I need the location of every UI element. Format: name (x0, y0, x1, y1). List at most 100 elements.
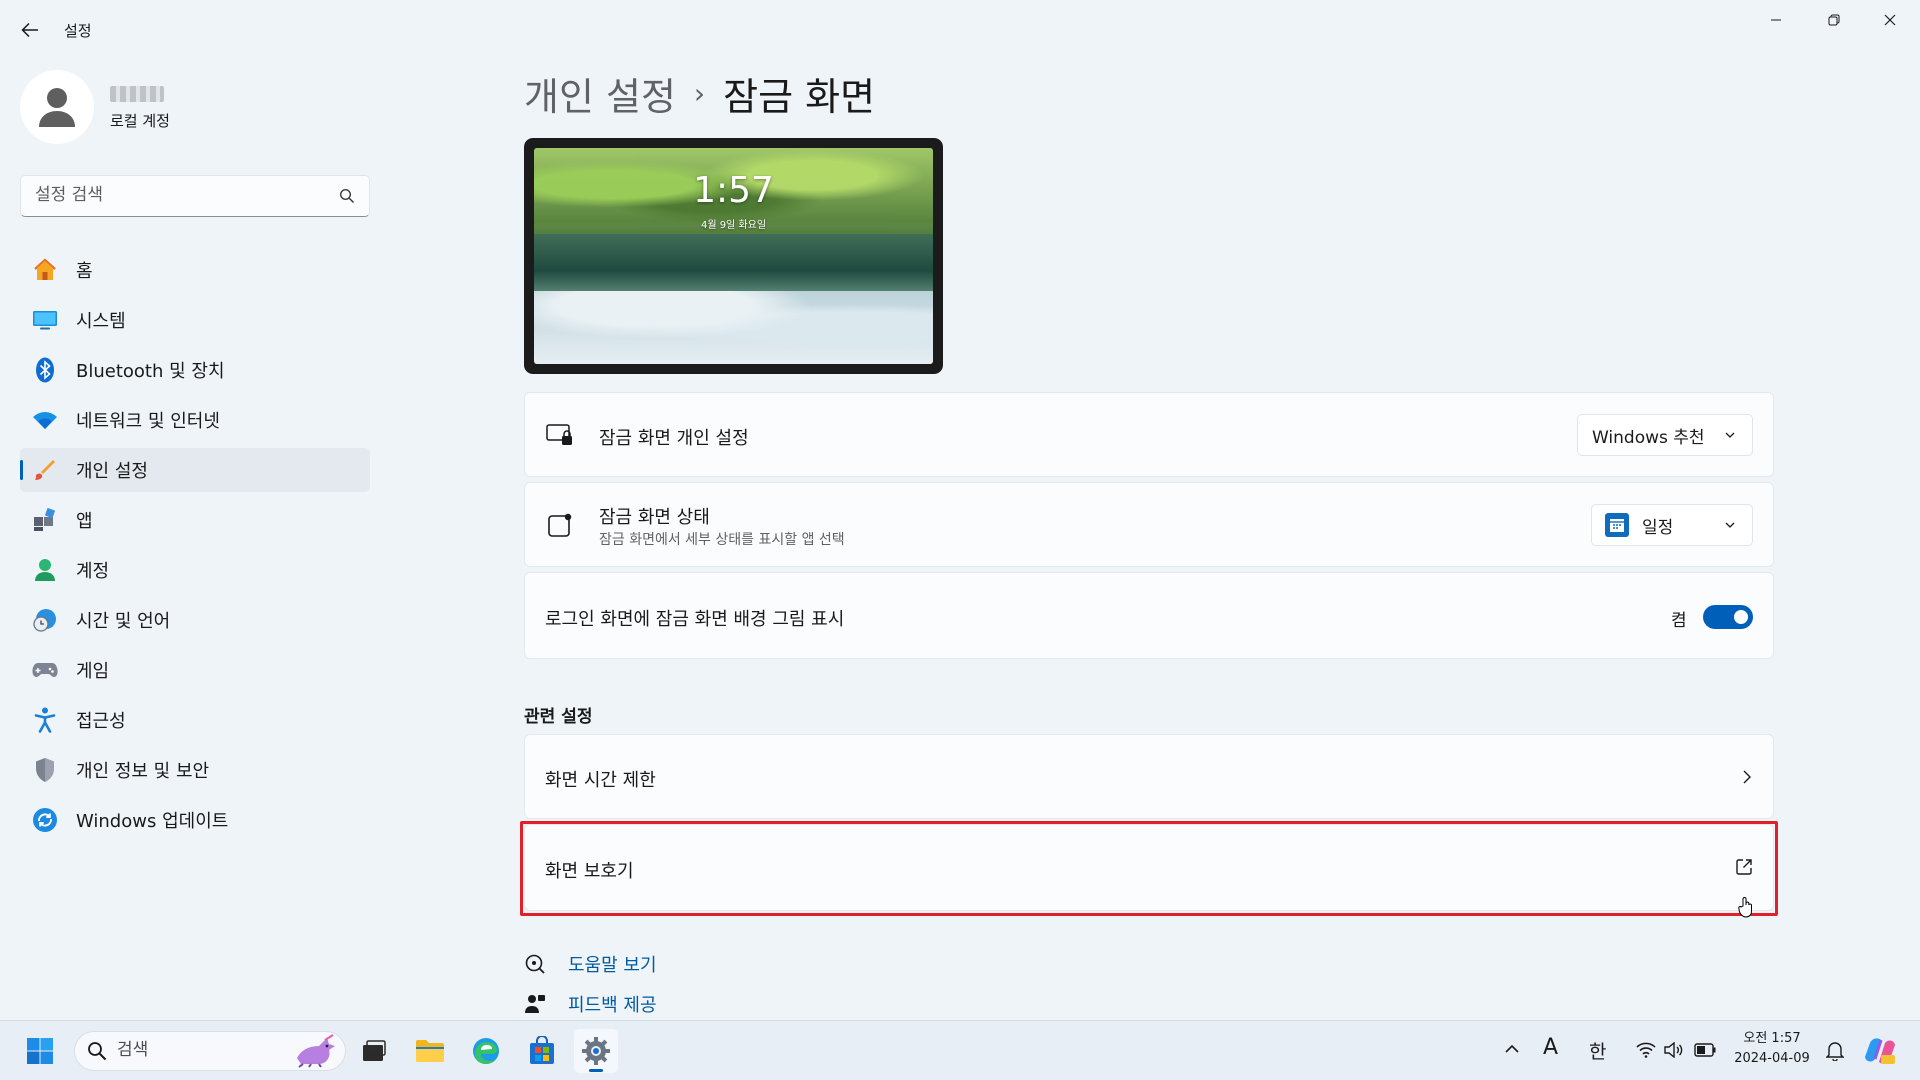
user-name-redacted (110, 86, 164, 102)
person-icon (32, 557, 58, 583)
preview-clock: 1:57 (693, 170, 774, 211)
notification-bell-icon[interactable] (1826, 1041, 1844, 1061)
sidebar-item-network[interactable]: 네트워크 및 인터넷 (20, 398, 370, 442)
help-link-row[interactable]: 도움말 보기 (524, 951, 657, 977)
back-button[interactable] (14, 16, 46, 44)
shield-icon (32, 757, 58, 783)
chevron-up-icon[interactable] (1504, 1043, 1520, 1055)
folder-icon (416, 1040, 444, 1062)
search-highlight-unicorn-icon (297, 1034, 335, 1068)
volume-icon[interactable] (1664, 1042, 1684, 1058)
taskbar-clock[interactable]: 오전 1:57 2024-04-09 (1730, 1029, 1814, 1069)
wifi-icon (32, 407, 58, 433)
sidebar-item-windows-update[interactable]: Windows 업데이트 (20, 798, 370, 842)
sidebar-item-label: 홈 (76, 261, 93, 282)
sidebar-item-privacy[interactable]: 개인 정보 및 보안 (20, 748, 370, 792)
account-type: 로컬 계정 (110, 112, 170, 130)
ime-language-indicator[interactable]: 한 (1589, 1037, 1606, 1064)
app-title: 설정 (64, 22, 92, 40)
setting-subtitle: 잠금 화면에서 세부 상태를 표시할 앱 선택 (599, 532, 845, 548)
sidebar-item-home[interactable]: 홈 (20, 248, 370, 292)
chevron-down-icon (1725, 432, 1735, 438)
sidebar-item-accounts[interactable]: 계정 (20, 548, 370, 592)
sidebar-item-label: 게임 (76, 661, 110, 682)
sidebar-item-label: 네트워크 및 인터넷 (76, 411, 220, 432)
setting-title: 화면 시간 제한 (545, 770, 656, 791)
settings-app-button[interactable] (574, 1029, 618, 1073)
ime-mode-indicator[interactable]: A (1543, 1035, 1558, 1060)
windows-logo-icon (27, 1038, 53, 1064)
clock-time: 오전 1:57 (1743, 1031, 1801, 1046)
chevron-right-icon (1743, 770, 1751, 784)
minimize-button[interactable] (1748, 0, 1804, 40)
status-app-icon (545, 510, 575, 540)
sidebar-item-label: Windows 업데이트 (76, 811, 229, 832)
update-icon (32, 807, 58, 833)
restore-button[interactable] (1806, 0, 1862, 40)
home-icon (32, 257, 58, 283)
preview-snow (534, 290, 933, 364)
sidebar-item-personalization[interactable]: 개인 설정 (20, 448, 370, 492)
user-profile[interactable]: 로컬 계정 (20, 70, 360, 146)
taskbar: A 한 오전 1:57 2024-04-09 (0, 1020, 1920, 1080)
store-button[interactable] (520, 1029, 564, 1073)
close-button[interactable] (1862, 0, 1918, 40)
sidebar-item-label: 계정 (76, 561, 110, 582)
minimize-icon (1771, 19, 1781, 21)
chevron-down-icon (1725, 522, 1735, 528)
search-icon (88, 1042, 107, 1061)
signin-background-toggle[interactable] (1703, 605, 1753, 629)
sidebar-item-apps[interactable]: 앱 (20, 498, 370, 542)
setting-personalize-lock-screen: 잠금 화면 개인 설정 Windows 추천 (524, 392, 1774, 477)
sidebar-item-label: Bluetooth 및 장치 (76, 361, 225, 382)
gamepad-icon (32, 657, 58, 683)
setting-title: 잠금 화면 상태 (599, 507, 710, 528)
wifi-tray-icon[interactable] (1636, 1042, 1656, 1058)
calendar-icon (1605, 513, 1629, 537)
accessibility-icon (32, 707, 58, 733)
sidebar-item-accessibility[interactable]: 접근성 (20, 698, 370, 742)
lock-screen-preview-image: 1:57 4월 9일 화요일 (534, 148, 933, 364)
sidebar-item-bluetooth[interactable]: Bluetooth 및 장치 (20, 348, 370, 392)
restore-icon (1828, 14, 1840, 26)
sidebar-item-label: 접근성 (76, 711, 126, 732)
related-screen-timeout[interactable]: 화면 시간 제한 (524, 734, 1774, 819)
battery-icon[interactable] (1694, 1043, 1716, 1057)
brush-icon (32, 457, 58, 483)
edge-browser-button[interactable] (464, 1029, 508, 1073)
breadcrumb-parent[interactable]: 개인 설정 (524, 66, 676, 121)
give-feedback-link[interactable]: 피드백 제공 (568, 991, 657, 1017)
sidebar-item-label: 개인 정보 및 보안 (76, 761, 210, 782)
taskbar-search[interactable] (74, 1031, 346, 1071)
taskbar-search-input[interactable] (117, 1040, 267, 1060)
lock-screen-monitor-icon (545, 420, 575, 450)
lock-screen-status-dropdown[interactable]: 일정 (1591, 504, 1753, 546)
system-icon (32, 307, 58, 333)
sidebar-item-gaming[interactable]: 게임 (20, 648, 370, 692)
get-help-link[interactable]: 도움말 보기 (568, 951, 657, 977)
start-button[interactable] (18, 1029, 62, 1073)
feedback-link-row[interactable]: 피드백 제공 (524, 991, 657, 1017)
clock-date: 2024-04-09 (1734, 1051, 1810, 1066)
copilot-icon[interactable] (1864, 1035, 1896, 1067)
task-view-icon (363, 1040, 386, 1061)
setting-title: 잠금 화면 개인 설정 (599, 428, 749, 449)
globe-clock-icon (32, 607, 58, 633)
gear-icon (582, 1037, 610, 1065)
search-input[interactable] (21, 176, 311, 214)
lock-screen-background-dropdown[interactable]: Windows 추천 (1577, 414, 1753, 456)
avatar (20, 70, 94, 144)
title-bar: 설정 (0, 0, 1920, 58)
close-icon (1884, 14, 1896, 26)
help-chat-icon (525, 954, 545, 974)
sidebar-item-time-language[interactable]: 시간 및 언어 (20, 598, 370, 642)
dropdown-value: 일정 (1642, 517, 1674, 538)
sidebar-item-system[interactable]: 시스템 (20, 298, 370, 342)
person-avatar-icon (39, 88, 75, 127)
search-icon (339, 188, 355, 204)
file-explorer-button[interactable] (408, 1029, 452, 1073)
settings-search[interactable] (20, 175, 370, 217)
task-view-button[interactable] (352, 1029, 396, 1073)
sidebar-item-label: 앱 (76, 511, 93, 532)
bluetooth-icon (32, 357, 58, 383)
